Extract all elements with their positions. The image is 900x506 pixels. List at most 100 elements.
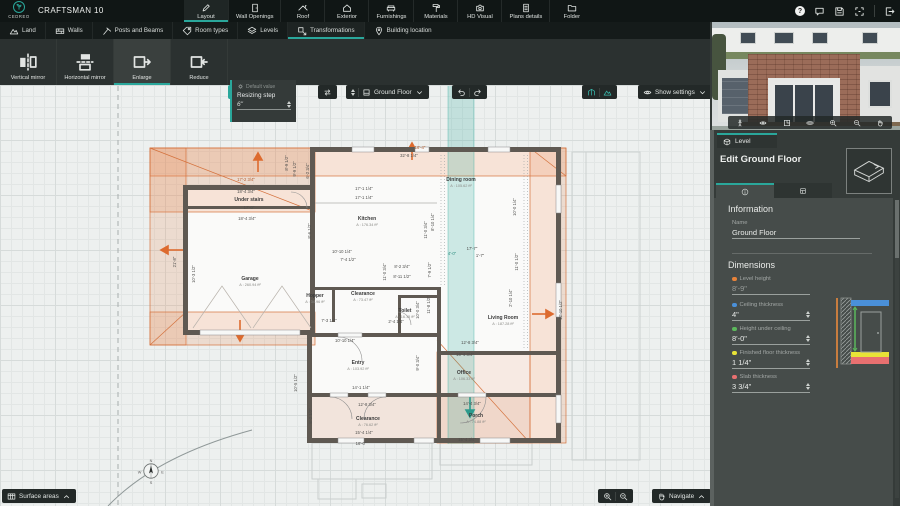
tab-level[interactable]: Level [717,133,777,148]
dimension-label: 7'-4 1/2" [340,257,356,262]
swap-icon [323,88,332,97]
resizing-step-panel: Default value Resizing step 6" [230,80,296,122]
floor-selector[interactable]: Ground Floor [346,85,429,99]
menu-materials[interactable]: Materials [413,0,457,22]
field-height-under-ceiling[interactable]: Height under ceiling 8'-0" [732,326,810,345]
navigate-button[interactable]: Navigate [652,489,712,503]
dimension-label: 17'-1 1/4" [355,195,373,200]
folder-icon [567,3,577,13]
menu-plans-details[interactable]: Plans details [501,0,549,22]
dimension-label: 16'-4 3/4" [456,352,474,357]
compass-e: E [161,471,164,475]
resizing-step-input[interactable]: 6" [237,101,243,108]
tab-posts-and-beams[interactable]: Posts and Beams [91,22,173,39]
door-icon [250,3,260,13]
menu-roof[interactable]: Roof [280,0,324,22]
house-icon [342,3,352,13]
3d-preview[interactable] [712,22,900,130]
mountain-icon [9,26,19,36]
menu-exterior[interactable]: Exterior [324,0,368,22]
dimension-label: 11'-0 3/4" [382,263,387,281]
tab-section[interactable] [774,183,832,198]
tag-icon [182,26,192,36]
preview-window [774,32,794,44]
field-ceiling-thickness[interactable]: Ceiling thickness 4" [732,302,810,321]
tab-building-location[interactable]: Building location [363,22,441,39]
swap-transformation-button[interactable] [318,85,337,99]
field-slab-thickness[interactable]: Slab thickness 3 3/4" [732,374,810,393]
cedreo-logo[interactable]: CEDREO [4,1,34,22]
field-stepper[interactable] [806,335,810,342]
surface-areas-button[interactable]: Surface areas [2,489,76,503]
menu-furnishings[interactable]: Furnishings [368,0,413,22]
field-dot [732,276,737,282]
beam-icon [102,26,112,36]
menu-hd-visual[interactable]: HD Visual [457,0,501,22]
tab-transformations[interactable]: Transformations [287,22,364,39]
undo-button[interactable] [457,88,466,97]
tab-land[interactable]: Land [0,22,45,39]
exit-button[interactable] [884,6,895,17]
field-value[interactable]: 1 1/4" [732,358,751,367]
zoom-out-button[interactable] [853,119,861,127]
resizing-step-stepper[interactable] [287,101,291,108]
menu-folder[interactable]: Folder [549,0,593,22]
land-view-toggle[interactable] [603,88,612,97]
zoom-in-button[interactable] [829,119,837,127]
field-stepper[interactable] [806,311,810,318]
compass: N S E W [138,459,165,485]
room-label: Porch [469,413,483,419]
default-value-row[interactable]: Default value [237,83,291,90]
name-field[interactable]: Name Ground Floor [732,220,860,239]
dimension-label: 10'-0 1/4" [512,198,517,216]
zoom-out-button[interactable] [619,492,628,501]
field-stepper[interactable] [806,359,810,366]
floor-stepper[interactable] [351,88,355,96]
teal-selection-band[interactable] [447,86,475,444]
view-toggle-group [582,85,617,99]
save-button[interactable] [834,6,845,17]
compass-w: W [138,471,142,475]
tab-walls[interactable]: Walls [44,22,92,39]
orbit-button[interactable] [806,119,814,127]
tab-levels[interactable]: Levels [237,22,287,39]
pan-button[interactable] [876,119,884,127]
dimension-label: 8'-2 3/4" [394,264,410,269]
field-finished-floor-thickness[interactable]: Finished floor thickness 1 1/4" [732,350,810,369]
camera-icon [475,3,485,13]
tool-enlarge[interactable]: Enlarge [114,39,171,85]
tool-reduce[interactable]: Reduce [171,39,228,85]
room-area: A : 76.62 ft² [358,423,378,427]
field-stepper[interactable] [806,383,810,390]
chevron-up-icon [62,492,71,501]
floorplan-canvas[interactable]: N S E W Under stairs Garage A : 260.94 ft² Kit… [0,85,710,506]
eye-button[interactable] [759,119,767,127]
feedback-button[interactable] [814,6,825,17]
menu-wall-openings[interactable]: Wall Openings [228,0,280,22]
tab-room-types[interactable]: Room types [172,22,237,39]
tool-vertical-mirror[interactable]: Vertical mirror [0,39,57,85]
walls-view-toggle[interactable] [587,88,596,97]
panel-scrollbar[interactable] [895,200,899,498]
tab-information[interactable] [716,183,774,198]
floor-icon [362,88,371,97]
menu-layout[interactable]: Layout [184,0,228,22]
level-panel: Level Edit Ground Floor Information Name… [710,130,900,506]
dimension-label: 15'-4 1/4" [355,430,373,435]
undo-redo-group [452,85,487,99]
walk-mode-button[interactable] [736,119,744,127]
show-settings-dropdown[interactable]: Show settings [638,85,712,99]
plan-view-button[interactable] [783,119,791,127]
level-thumbnail[interactable] [846,148,892,194]
zoom-in-button[interactable] [603,492,612,501]
field-value[interactable]: 3 3/4" [732,382,751,391]
dimension-label: 10'-5 1/2" [293,374,298,392]
redo-button[interactable] [473,88,482,97]
top-right-icons: ? [795,0,895,22]
fit-view-button[interactable] [854,6,865,17]
field-value[interactable]: 4" [732,310,739,319]
help-button[interactable]: ? [795,6,805,16]
field-value[interactable]: 8'-0" [732,334,747,343]
dimension-label: 12'-8 3/4" [461,340,479,345]
tool-horizontal-mirror[interactable]: Horizontal mirror [57,39,114,85]
